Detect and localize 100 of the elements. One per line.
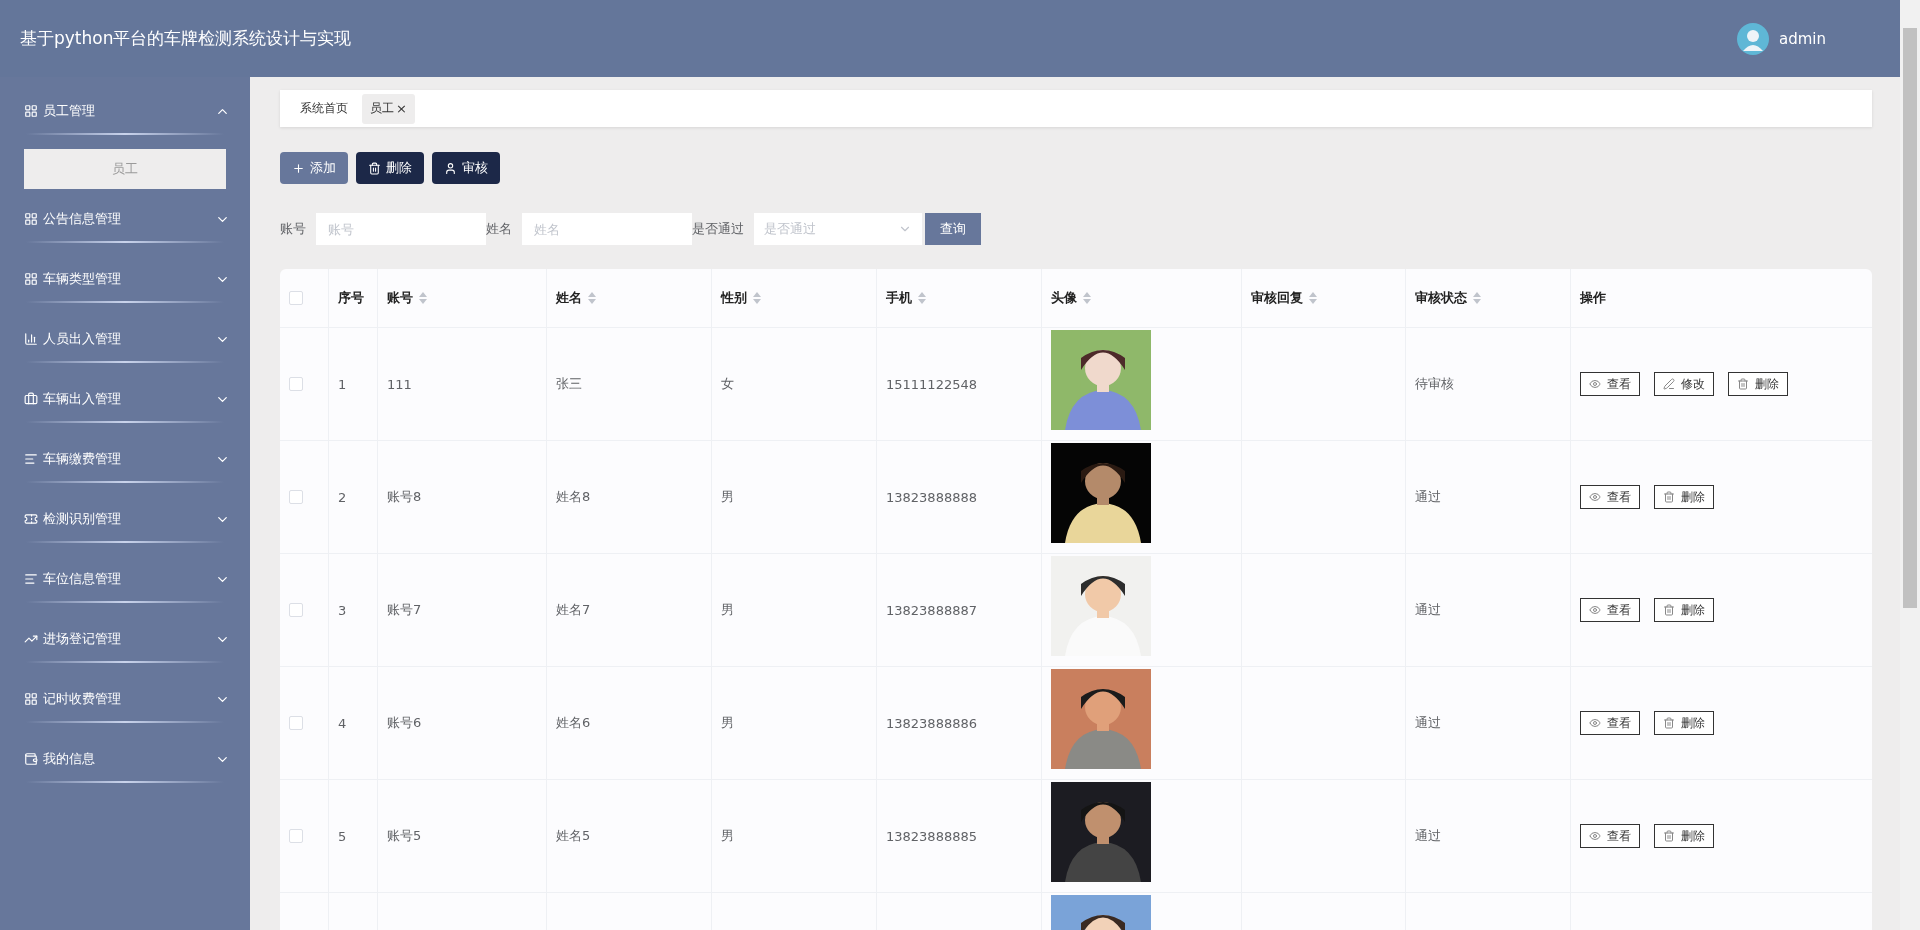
table-cell: 13823888886 [886,715,977,731]
list-icon [24,572,38,586]
table-cell: 通过 [1415,488,1441,506]
delete-button[interactable]: 删除 [1728,372,1788,396]
scrollbar[interactable] [1900,0,1920,930]
table-cell: 姓名5 [556,827,591,845]
table-cell: 姓名7 [556,601,591,619]
table-cell: 姓名6 [556,714,591,732]
menu-item[interactable]: 记时收费管理 [0,677,250,721]
eye-icon [1589,378,1601,390]
trash-icon [1663,491,1675,503]
edit-button[interactable]: 修改 [1654,372,1714,396]
checkbox[interactable] [289,716,303,730]
grid-icon [24,104,38,118]
column-header-cell[interactable]: 账号 [378,269,547,327]
column-header-cell-text: 操作 [1579,289,1607,307]
menu-item[interactable]: 车辆缴费管理 [0,437,250,481]
trash-icon [1737,378,1749,390]
sort-icon[interactable] [918,292,926,304]
column-header-cell[interactable]: 姓名 [547,269,712,327]
trash-icon [368,161,381,175]
close-icon[interactable]: × [396,101,407,116]
user-icon [444,161,457,175]
delete-button[interactable]: 删除 [1654,598,1714,622]
table-cell: 账号6 [387,714,422,732]
checkbox[interactable] [289,377,303,391]
grid-icon [24,212,38,226]
trash-icon [1663,717,1675,729]
checkbox[interactable] [289,603,303,617]
view-button[interactable]: 查看 [1580,485,1640,509]
review-button[interactable]: 审核 [432,152,500,184]
menu-item[interactable]: 检测识别管理 [0,497,250,541]
table-cell: 账号7 [387,601,422,619]
eye-icon [1589,604,1601,616]
eye-icon [1589,491,1601,503]
sort-icon[interactable] [588,292,596,304]
table-cell: 通过 [1415,827,1441,845]
table-cell: 13823888887 [886,602,977,618]
delete-button[interactable]: 删除 [356,152,424,184]
tab[interactable]: 员工× [362,93,415,124]
table-cell: 13823888888 [886,489,977,505]
table-cell: 待审核 [1415,375,1454,393]
briefcase-icon [24,392,38,406]
delete-button[interactable]: 删除 [1654,485,1714,509]
view-button[interactable]: 查看 [1580,372,1640,396]
pen-icon [1663,378,1675,390]
column-header-cell[interactable]: 手机 [877,269,1042,327]
checkbox[interactable] [289,291,303,305]
search-field[interactable]: 账号 [316,213,486,245]
bar-chart-icon [24,332,38,346]
table-cell: 2 [338,489,347,505]
plus-icon [292,161,305,175]
menu-item[interactable]: 车辆类型管理 [0,257,250,301]
view-button[interactable]: 查看 [1580,598,1640,622]
table-cell: 3 [338,602,347,618]
user-avatar-icon[interactable] [1737,22,1769,55]
table-cell: 111 [387,376,412,392]
wallet-icon [24,752,38,766]
eye-icon [1589,717,1601,729]
scrollbar-thumb[interactable] [1903,28,1917,608]
field-label: 是否通过 [692,220,744,238]
add-button[interactable]: 添加 [280,152,348,184]
table-cell: 账号8 [387,488,422,506]
search-field[interactable]: 姓名 [522,213,692,245]
view-button[interactable]: 查看 [1580,711,1640,735]
table-cell: 姓名8 [556,488,591,506]
table-cell: 男 [721,827,734,845]
menu-item[interactable]: 公告信息管理 [0,197,250,241]
grid-icon [24,692,38,706]
query-button[interactable]: 查询 [925,213,981,245]
tab[interactable]: 系统首页 [292,93,356,124]
sort-icon[interactable] [1309,292,1317,304]
column-header-cell[interactable]: 性别 [712,269,877,327]
sort-icon[interactable] [753,292,761,304]
menu-item[interactable]: 车辆出入管理 [0,377,250,421]
sort-icon[interactable] [1473,292,1481,304]
delete-button[interactable]: 删除 [1654,824,1714,848]
table-cell: 男 [721,601,734,619]
user-name[interactable]: admin [1779,29,1826,48]
column-header-cell[interactable]: 头像 [1042,269,1242,327]
menu-item[interactable]: 车位信息管理 [0,557,250,601]
field-label: 账号 [280,220,306,238]
table-cell: 男 [721,488,734,506]
checkbox[interactable] [289,490,303,504]
view-button[interactable]: 查看 [1580,824,1640,848]
menu-item[interactable]: 员工管理 [0,89,250,133]
table-cell: 账号5 [387,827,422,845]
sort-icon[interactable] [419,292,427,304]
column-header-cell[interactable]: 审核状态 [1406,269,1571,327]
menu-item[interactable]: 我的信息 [0,737,250,781]
menu-item[interactable]: 人员出入管理 [0,317,250,361]
list-icon [24,452,38,466]
column-header-cell[interactable]: 审核回复 [1242,269,1406,327]
app-title: 基于python平台的车牌检测系统设计与实现 [20,27,352,50]
sort-icon[interactable] [1083,292,1091,304]
delete-button[interactable]: 删除 [1654,711,1714,735]
checkbox[interactable] [289,829,303,843]
menu-item[interactable]: 进场登记管理 [0,617,250,661]
table-cell: 通过 [1415,601,1441,619]
trash-icon [1663,830,1675,842]
